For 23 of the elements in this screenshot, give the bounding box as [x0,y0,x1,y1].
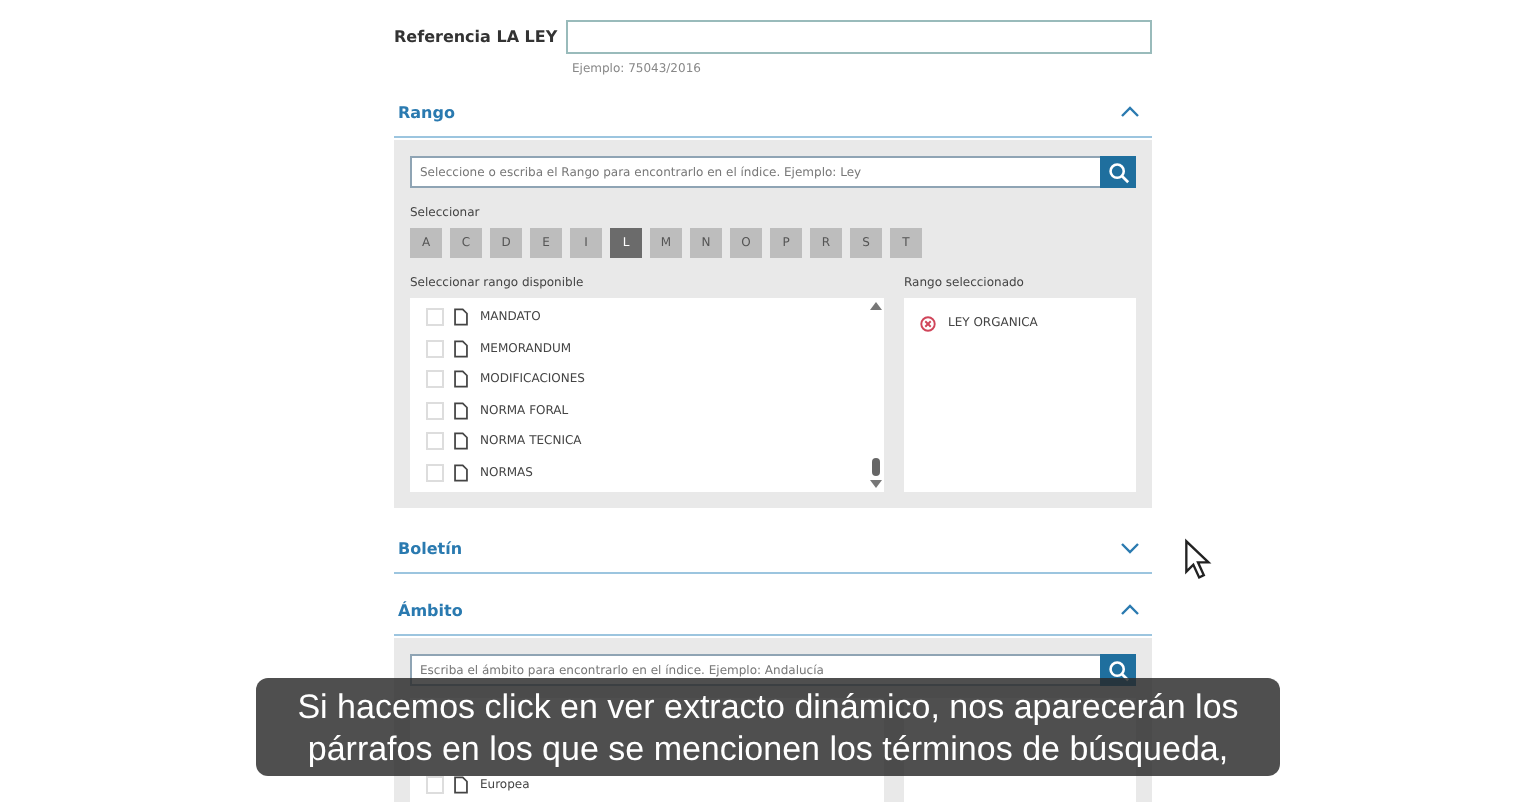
checkbox[interactable] [426,339,444,358]
section-title[interactable]: Rango [398,103,455,121]
document-icon [454,776,468,795]
remove-icon[interactable] [920,315,936,332]
checkbox[interactable] [426,463,444,482]
cursor-icon [1184,538,1212,582]
checkbox[interactable] [426,432,444,451]
input-field[interactable] [566,20,1152,54]
scroll-down-icon[interactable] [870,480,882,488]
search-button[interactable] [1100,156,1136,188]
section-title[interactable]: Boletín [398,539,463,557]
checkbox[interactable] [426,370,444,389]
checkbox[interactable] [426,776,444,795]
scroll-up-icon[interactable] [870,302,882,310]
scrollbar[interactable] [868,298,884,492]
checkbox[interactable] [426,308,444,327]
field-label: Referencia LA LEY [394,28,560,46]
chevron-icon[interactable] [1120,106,1140,118]
subtitle-caption: Si hacemos click en ver extracto dinámico, nos aparecerán los párrafos en los que se mencionen los términos de búsqueda, [256,678,1280,776]
chevron-icon[interactable] [1120,604,1140,616]
chevron-icon[interactable] [1120,542,1140,554]
section-title[interactable]: Ámbito [398,601,463,619]
checkbox[interactable] [426,401,444,420]
